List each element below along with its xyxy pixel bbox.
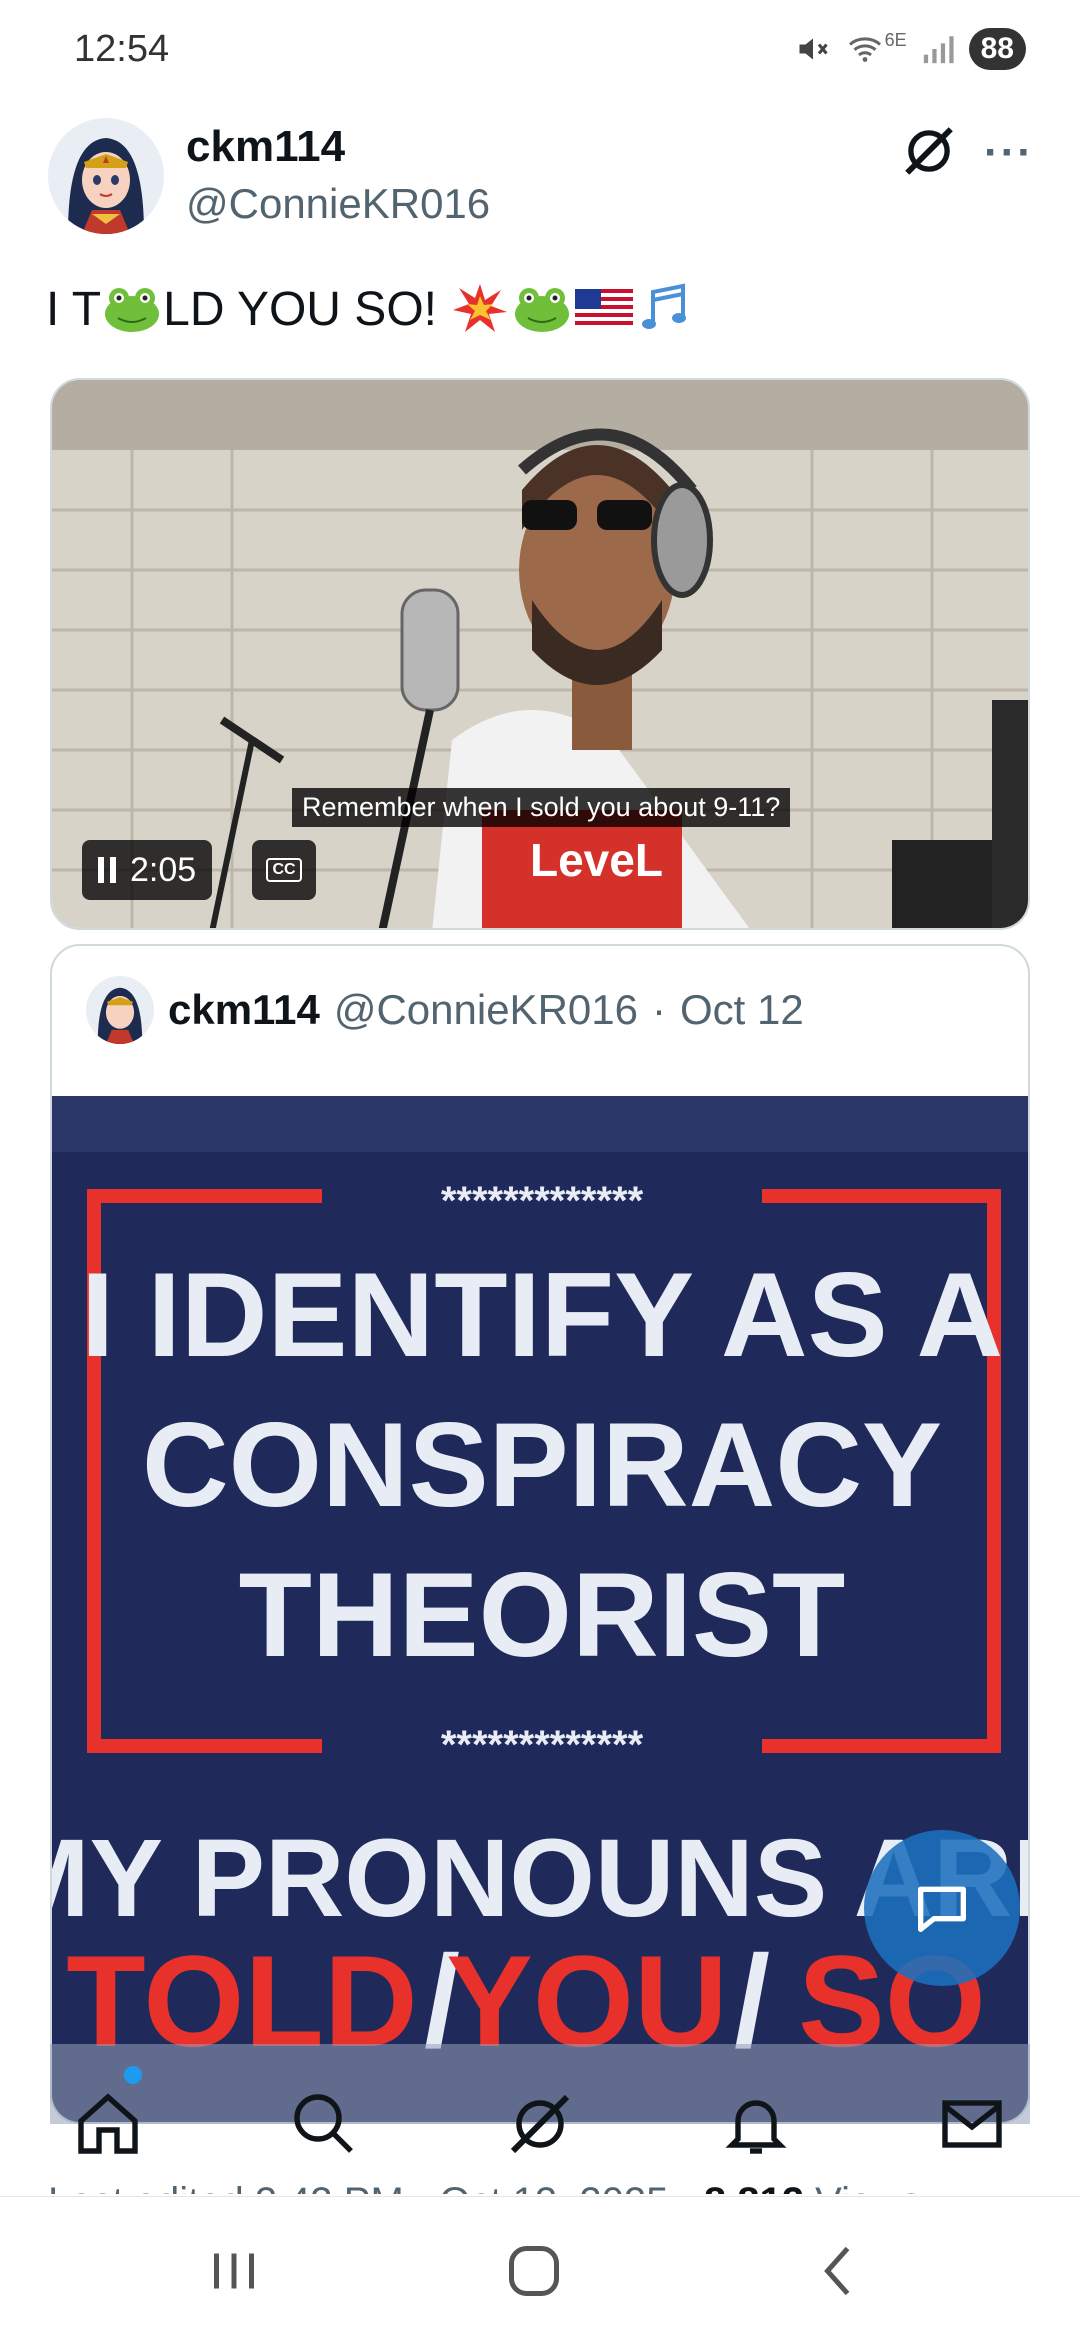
quoted-author-handle[interactable]: @ConnieKR016 — [334, 986, 638, 1034]
banner-line-3: THEORIST — [239, 1548, 846, 1682]
status-icons: 6E 88 — [795, 28, 1026, 70]
views-label: Views — [804, 2180, 921, 2194]
home-button-icon[interactable] — [504, 2241, 564, 2301]
playback-controls[interactable]: 2:05 — [82, 840, 213, 900]
quoted-author-name[interactable]: ckm114 — [168, 986, 320, 1034]
recent-apps-icon[interactable] — [204, 2241, 264, 2301]
edited-timestamp: Last edited 2:43 PM · Oct 12, 2025 · — [48, 2180, 704, 2194]
collision-emoji — [451, 280, 509, 338]
home-icon[interactable] — [72, 2088, 144, 2160]
post-text-part-1: I T — [46, 282, 102, 336]
banner-line-1: I IDENTIFY AS A — [81, 1248, 1003, 1382]
frog-emoji — [513, 280, 571, 338]
grok-nav-icon[interactable] — [504, 2088, 576, 2160]
home-notification-dot — [124, 2066, 142, 2084]
shirt-text: LeveL — [530, 834, 663, 886]
chat-bubble-icon — [918, 1886, 966, 1932]
signal-icon — [923, 36, 954, 64]
author-avatar[interactable] — [48, 118, 164, 234]
frog-emoji — [103, 280, 161, 338]
notifications-icon[interactable] — [720, 2088, 792, 2160]
author-handle[interactable]: @ConnieKR016 — [186, 180, 490, 228]
quoted-image[interactable]: ************* I IDENTIFY AS A CONSPIRACY… — [52, 1096, 1028, 2122]
status-time: 12:54 — [74, 28, 170, 70]
video-subtitle: Remember when I sold you about 9-11? — [292, 788, 791, 827]
banner-line-2: CONSPIRACY — [142, 1398, 942, 1532]
quoted-author-avatar[interactable] — [86, 976, 154, 1044]
video-player[interactable]: LeveL Remember when I sold you about 9-1… — [50, 378, 1030, 930]
conspiracy-banner: ************* I IDENTIFY AS A CONSPIRACY… — [52, 1096, 1028, 2122]
quoted-post-header: ckm114 @ConnieKR016 · Oct 12 — [86, 976, 804, 1044]
us-flag-emoji — [575, 280, 633, 338]
post-meta-line: Last edited 2:43 PM · Oct 12, 2025 · 8,8… — [48, 2172, 921, 2194]
battery-indicator: 88 — [968, 28, 1026, 70]
music-notes-emoji — [637, 280, 695, 338]
captions-button[interactable]: CC — [252, 840, 316, 900]
quoted-separator: · — [651, 986, 666, 1033]
back-icon[interactable] — [810, 2241, 870, 2301]
wifi-icon — [848, 37, 881, 62]
messages-icon[interactable] — [936, 2088, 1008, 2160]
views-count: 8,812 — [704, 2180, 804, 2194]
video-timestamp: 2:05 — [130, 850, 197, 889]
pause-icon[interactable] — [98, 857, 116, 883]
post-text-part-2: LD YOU SO! — [163, 282, 437, 336]
avatar-illustration — [48, 118, 164, 234]
stars-top: ************* — [441, 1179, 644, 1223]
post-text: I T LD YOU SO! — [46, 280, 697, 338]
quoted-date: Oct 12 — [679, 986, 804, 1033]
search-icon[interactable] — [288, 2088, 360, 2160]
network-type: 6E — [884, 29, 907, 50]
compose-button[interactable] — [864, 1830, 1020, 1986]
grok-icon[interactable] — [900, 122, 958, 180]
system-nav-bar — [0, 2196, 1080, 2340]
mute-icon — [799, 38, 828, 60]
status-bar: 12:54 6E 88 — [0, 0, 1080, 100]
more-options-icon[interactable]: ··· — [984, 128, 1034, 178]
cc-icon: CC — [266, 858, 302, 882]
stars-bottom: ************* — [441, 1723, 644, 1767]
author-name[interactable]: ckm114 — [186, 122, 345, 172]
